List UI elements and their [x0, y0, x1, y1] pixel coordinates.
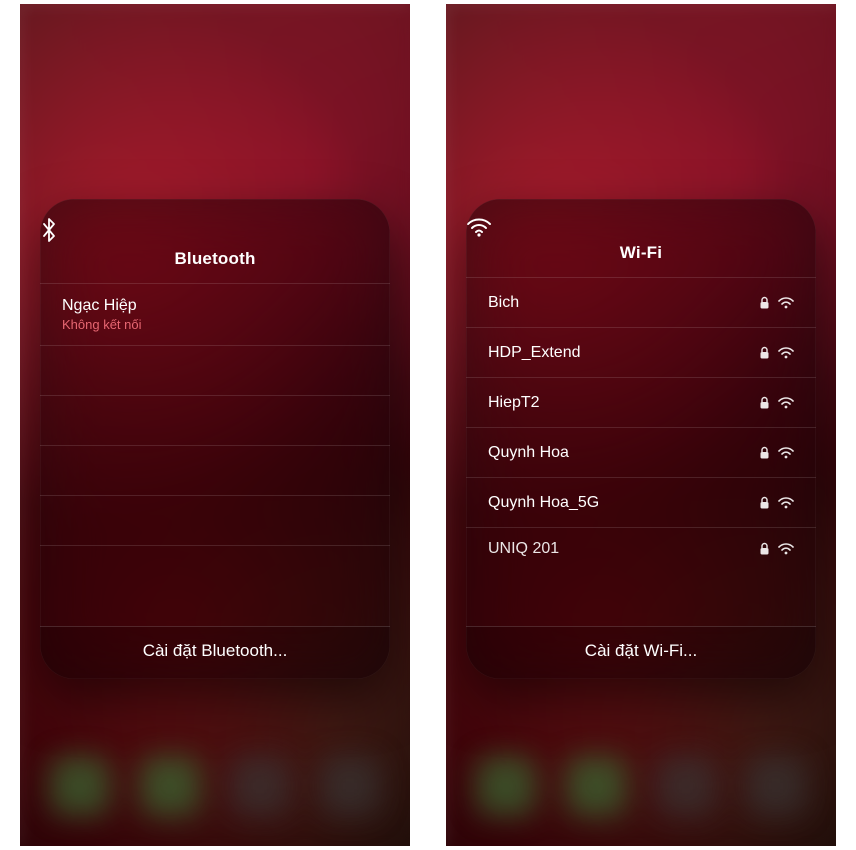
device-status: Không kết nối [62, 317, 142, 333]
network-name: UNIQ 201 [488, 540, 559, 558]
network-name: Quynh Hoa [488, 444, 569, 462]
wifi-settings-button[interactable]: Cài đặt Wi-Fi... [466, 626, 816, 679]
lock-icon [759, 496, 770, 510]
empty-row [40, 445, 390, 495]
wifi-network-row[interactable]: HiepT2 [466, 377, 816, 427]
bluetooth-title: Bluetooth [40, 249, 390, 269]
bluetooth-settings-button[interactable]: Cài đặt Bluetooth... [40, 626, 390, 679]
phone-screenshot-bluetooth: Bluetooth Ngạc Hiệp Không kết nối Cài đặ… [20, 4, 410, 846]
wifi-signal-icon [778, 497, 794, 509]
wifi-panel-header: Wi-Fi [466, 199, 816, 277]
wifi-signal-icon [778, 543, 794, 555]
wifi-panel: Wi-Fi Bich HDP_Extend [466, 199, 816, 679]
phone-screenshot-wifi: Wi-Fi Bich HDP_Extend [446, 4, 836, 846]
wifi-signal-icon [778, 397, 794, 409]
empty-row [40, 345, 390, 395]
wifi-signal-icon [778, 347, 794, 359]
lock-icon [759, 446, 770, 460]
lock-icon [759, 396, 770, 410]
wifi-network-row[interactable]: UNIQ 201 [466, 527, 816, 561]
bluetooth-device-list[interactable]: Ngạc Hiệp Không kết nối [40, 283, 390, 626]
bluetooth-device-row[interactable]: Ngạc Hiệp Không kết nối [40, 283, 390, 345]
lock-icon [759, 296, 770, 310]
empty-row [40, 495, 390, 545]
network-name: Quynh Hoa_5G [488, 494, 599, 512]
wifi-title: Wi-Fi [466, 243, 816, 263]
network-name: HiepT2 [488, 394, 540, 412]
wifi-network-row[interactable]: Bich [466, 277, 816, 327]
empty-row [40, 395, 390, 445]
wifi-signal-icon [778, 447, 794, 459]
lock-icon [759, 346, 770, 360]
device-name: Ngạc Hiệp [62, 296, 142, 316]
wifi-icon [466, 217, 816, 237]
network-name: Bich [488, 294, 519, 312]
bluetooth-icon [40, 217, 390, 243]
network-name: HDP_Extend [488, 344, 581, 362]
wifi-network-row[interactable]: HDP_Extend [466, 327, 816, 377]
wifi-network-row[interactable]: Quynh Hoa_5G [466, 477, 816, 527]
bluetooth-panel: Bluetooth Ngạc Hiệp Không kết nối Cài đặ… [40, 199, 390, 679]
wifi-network-row[interactable]: Quynh Hoa [466, 427, 816, 477]
wifi-signal-icon [778, 297, 794, 309]
wifi-network-list[interactable]: Bich HDP_Extend HiepT2 [466, 277, 816, 626]
lock-icon [759, 542, 770, 556]
empty-row [40, 545, 390, 595]
bluetooth-panel-header: Bluetooth [40, 199, 390, 283]
